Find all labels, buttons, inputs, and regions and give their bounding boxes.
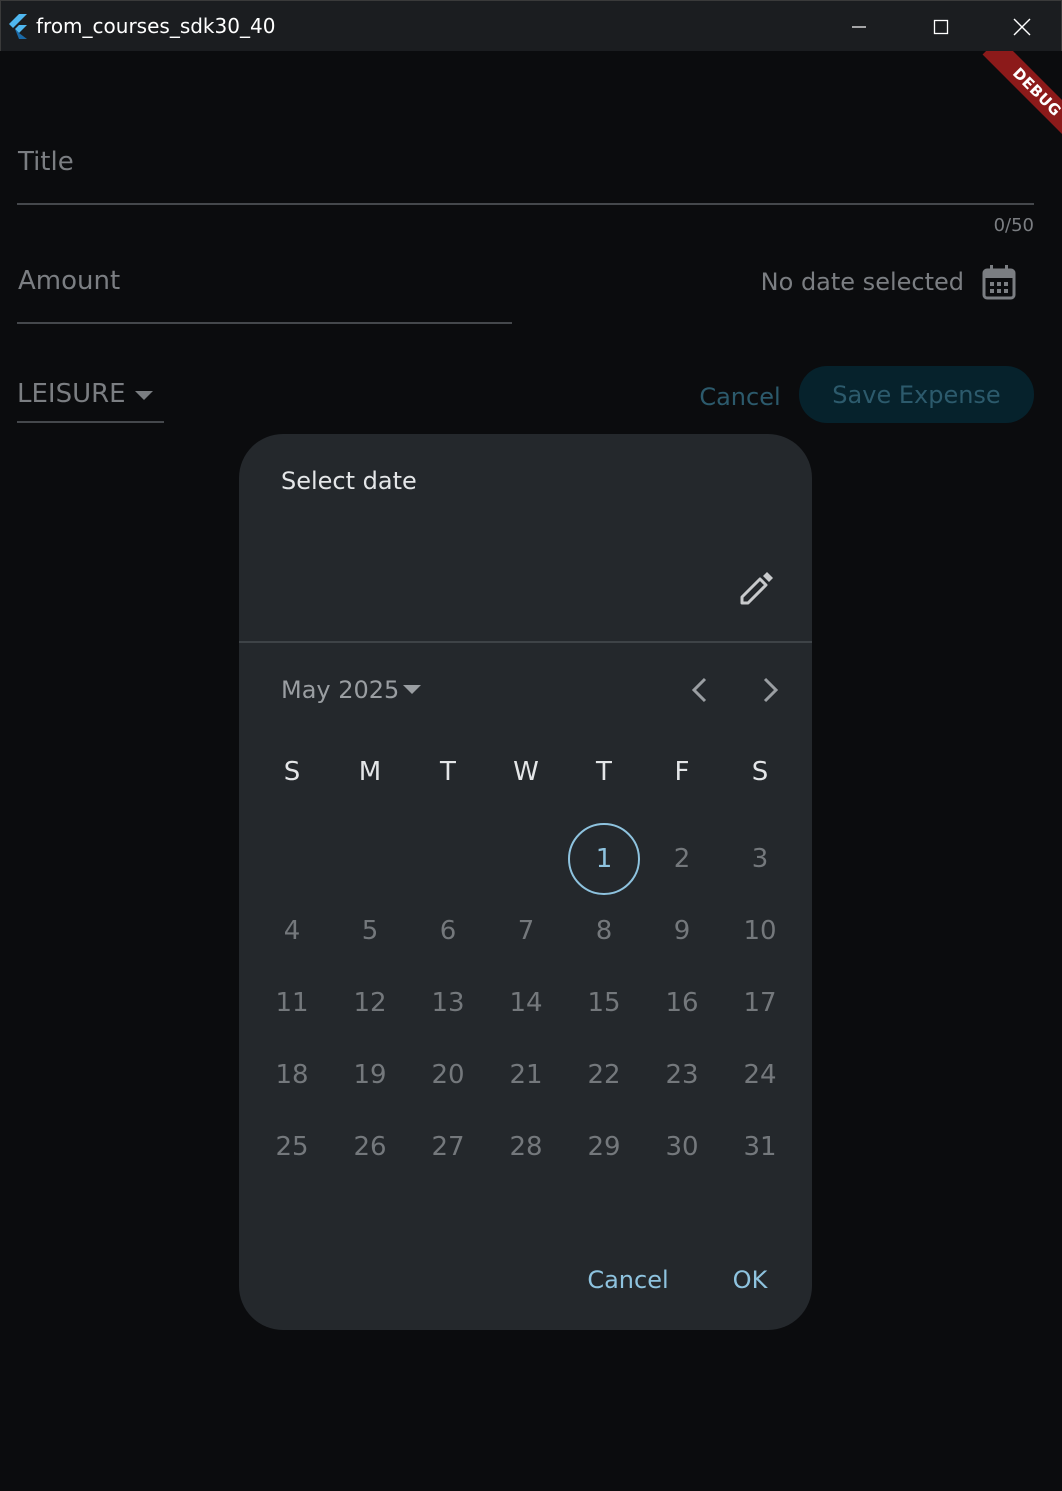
dialog-cancel-button[interactable]: Cancel <box>576 1256 680 1304</box>
day-cell[interactable]: 12 <box>334 967 406 1039</box>
amount-input[interactable]: Amount <box>18 266 120 296</box>
day-cell[interactable]: 13 <box>412 967 484 1039</box>
day-cell[interactable]: 11 <box>256 967 328 1039</box>
debug-banner: DEBUG <box>982 51 1062 147</box>
window-title-bar[interactable]: from_courses_sdk30_40 <box>0 0 1062 51</box>
day-cell[interactable]: 9 <box>646 895 718 967</box>
day-cell[interactable]: 26 <box>334 1111 406 1183</box>
day-cell[interactable]: 15 <box>568 967 640 1039</box>
day-cell[interactable]: 3 <box>724 823 796 895</box>
day-cell[interactable]: 24 <box>724 1039 796 1111</box>
save-expense-button[interactable]: Save Expense <box>799 366 1034 423</box>
day-cell[interactable]: 7 <box>490 895 562 967</box>
day-cell[interactable]: 2 <box>646 823 718 895</box>
day-cell[interactable]: 6 <box>412 895 484 967</box>
month-year-selector[interactable]: May 2025 <box>281 676 399 704</box>
day-cell[interactable]: 4 <box>256 895 328 967</box>
cancel-button[interactable]: Cancel <box>690 371 790 423</box>
minimize-icon <box>852 25 866 28</box>
day-cell[interactable]: 20 <box>412 1039 484 1111</box>
day-cell[interactable]: 27 <box>412 1111 484 1183</box>
dialog-title: Select date <box>281 467 417 495</box>
day-cell[interactable]: 19 <box>334 1039 406 1111</box>
dialog-ok-button[interactable]: OK <box>714 1256 786 1304</box>
weekday-label: S <box>283 757 301 787</box>
flutter-logo-icon <box>9 14 27 39</box>
title-char-counter: 0/50 <box>993 215 1034 236</box>
category-dropdown[interactable]: LEISURE <box>17 377 164 423</box>
day-cell[interactable]: 29 <box>568 1111 640 1183</box>
weekday-label: T <box>596 757 612 787</box>
day-cell[interactable]: 18 <box>256 1039 328 1111</box>
calendar-icon[interactable] <box>982 264 1016 300</box>
date-picker-dialog: Select date May 2025 SMTWTFS 1 2 3 4 5 6 7 8 9 10… <box>239 434 812 1330</box>
pencil-icon[interactable] <box>736 567 776 607</box>
day-cell[interactable]: 21 <box>490 1039 562 1111</box>
weekday-label: W <box>513 757 539 787</box>
day-cell[interactable]: 25 <box>256 1111 328 1183</box>
day-cell[interactable]: 10 <box>724 895 796 967</box>
weekday-label: M <box>358 757 382 787</box>
close-button[interactable] <box>982 1 1062 52</box>
day-cell-today[interactable]: 1 <box>568 823 640 895</box>
title-input-underline <box>17 203 1034 205</box>
day-cell[interactable]: 30 <box>646 1111 718 1183</box>
weekday-label: F <box>674 757 690 787</box>
maximize-icon <box>933 19 949 34</box>
day-cell[interactable]: 31 <box>724 1111 796 1183</box>
day-cell[interactable]: 22 <box>568 1039 640 1111</box>
day-cell[interactable]: 16 <box>646 967 718 1039</box>
day-cell[interactable]: 14 <box>490 967 562 1039</box>
caret-down-icon[interactable] <box>403 685 421 695</box>
day-cell[interactable]: 8 <box>568 895 640 967</box>
minimize-button[interactable] <box>819 1 899 52</box>
window-title: from_courses_sdk30_40 <box>36 14 276 38</box>
day-cell[interactable]: 17 <box>724 967 796 1039</box>
chevron-right-icon[interactable] <box>754 672 786 708</box>
close-icon <box>1013 18 1031 35</box>
day-cell[interactable]: 28 <box>490 1111 562 1183</box>
selected-date-text: No date selected <box>760 268 964 296</box>
weekday-label: S <box>751 757 769 787</box>
header-divider <box>239 641 812 643</box>
title-input[interactable]: Title <box>18 147 74 177</box>
caret-down-icon <box>135 391 153 400</box>
chevron-left-icon[interactable] <box>684 672 716 708</box>
weekday-label: T <box>440 757 456 787</box>
day-cell[interactable]: 5 <box>334 895 406 967</box>
app-content: DEBUG Title 0/50 Amount No date selected… <box>0 51 1062 1491</box>
maximize-button[interactable] <box>901 1 981 52</box>
category-value: LEISURE <box>17 379 126 409</box>
day-cell[interactable]: 23 <box>646 1039 718 1111</box>
amount-input-underline <box>17 322 512 324</box>
